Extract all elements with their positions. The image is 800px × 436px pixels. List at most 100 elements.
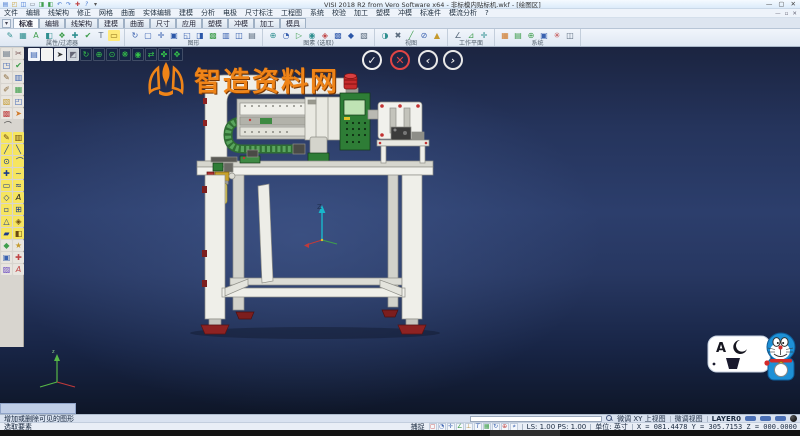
draw-segment-icon[interactable]: ╲ — [13, 144, 24, 155]
tool-head[interactable] — [308, 137, 329, 164]
next-button[interactable]: › — [443, 50, 463, 70]
hide-entities-icon[interactable]: ◫ — [233, 30, 245, 41]
array-icon[interactable]: ▣ — [1, 252, 12, 263]
flip-view-icon[interactable]: ⇄ — [145, 48, 157, 61]
view-delete-icon[interactable]: ✖ — [392, 30, 404, 41]
ribbon-tab[interactable]: 曲面 — [124, 18, 150, 28]
draw-arc-icon[interactable]: ⌒ — [13, 156, 24, 167]
ribbon-tab[interactable]: 加工 — [254, 18, 280, 28]
previous-button[interactable]: ‹ — [418, 50, 438, 70]
draw-half-icon[interactable]: ◧ — [13, 228, 24, 239]
view-blank-icon[interactable] — [41, 48, 53, 61]
sketch-tool-icon[interactable]: ✎ — [1, 72, 12, 83]
draw-sheet-icon[interactable]: ▥ — [13, 132, 24, 143]
macro-icon[interactable]: ◫ — [564, 30, 576, 41]
rotate-view-icon[interactable]: ↻ — [80, 48, 92, 61]
draw-circle-icon[interactable]: ⊙ — [1, 156, 12, 167]
apply-filter-icon[interactable]: ✔ — [82, 30, 94, 41]
hanging-panel[interactable] — [258, 184, 273, 283]
cancel-button[interactable]: ✕ — [390, 50, 410, 70]
ribbon-tab[interactable]: 线架构 — [65, 18, 98, 28]
annotate-icon[interactable]: A — [13, 264, 24, 275]
new-document-icon[interactable]: ▤ — [2, 1, 9, 8]
draw-freehand-icon[interactable]: ✎ — [1, 132, 12, 143]
view-orientation-icon[interactable]: ◑ — [379, 30, 391, 41]
machine-3d-model[interactable]: Z z — [0, 47, 800, 414]
menu-item[interactable]: 实体编辑 — [139, 8, 175, 18]
spin-z-icon[interactable]: ❋ — [119, 48, 131, 61]
draw-line-icon[interactable]: ╱ — [1, 144, 12, 155]
check-tool-icon[interactable]: ✔ — [13, 60, 24, 71]
menu-item[interactable]: 标准件 — [416, 8, 445, 18]
save-icon[interactable]: ◫ — [20, 1, 27, 8]
beacon-lamp[interactable] — [344, 74, 358, 94]
confirm-button[interactable]: ✓ — [362, 50, 382, 70]
delete-icon[interactable]: ✚ — [13, 252, 24, 263]
menu-item[interactable]: 曲面 — [117, 8, 139, 18]
highlight-icon[interactable]: ▭ — [108, 30, 120, 41]
menu-item[interactable]: 电极 — [219, 8, 241, 18]
ribbon-tab[interactable]: 应用 — [176, 18, 202, 28]
mesh-tool-icon[interactable]: ▦ — [13, 84, 24, 95]
draw-grid-icon[interactable]: ⊞ — [13, 204, 24, 215]
draw-text-icon[interactable]: A — [13, 192, 24, 203]
menu-item[interactable]: 系统 — [306, 8, 328, 18]
add-icon[interactable]: ✚ — [74, 1, 81, 8]
draw-gem-icon[interactable]: ◈ — [13, 216, 24, 227]
grid-tool-icon[interactable]: ▥ — [13, 72, 24, 83]
menu-item[interactable]: 校验 — [328, 8, 350, 18]
view-cursor-icon[interactable]: ➤ — [54, 48, 66, 61]
draw-offset-icon[interactable]: ▫ — [1, 204, 12, 215]
draw-wave-icon[interactable]: ≈ — [13, 180, 24, 191]
menu-item[interactable]: 冲模 — [394, 8, 416, 18]
redo-icon[interactable]: ↷ — [65, 1, 72, 8]
mdi-control[interactable]: ✕ — [792, 11, 797, 17]
view-shade-icon[interactable]: ◩ — [67, 48, 79, 61]
ribbon-tab[interactable]: 塑模 — [202, 18, 228, 28]
iso-view-icon[interactable]: ◉ — [132, 48, 144, 61]
draw-point-icon[interactable]: ✚ — [1, 168, 12, 179]
ribbon-tab[interactable]: 编辑 — [39, 18, 65, 28]
view-normal-icon[interactable]: ▲ — [431, 30, 443, 41]
tab-dropdown-icon[interactable]: ▾ — [2, 19, 11, 28]
draw-spline-icon[interactable]: ~ — [13, 168, 24, 179]
system-help-icon[interactable]: ✳ — [551, 30, 563, 41]
ribbon-tab[interactable]: 尺寸 — [150, 18, 176, 28]
spacer[interactable] — [13, 120, 24, 131]
menu-item[interactable]: 编辑 — [22, 8, 44, 18]
spin-y-icon[interactable]: ⊙ — [106, 48, 118, 61]
close-button[interactable]: ✕ — [791, 0, 796, 8]
redraw-icon[interactable]: ↻ — [129, 30, 141, 41]
mdi-control[interactable]: ▫ — [785, 11, 789, 17]
attributes-icon[interactable]: A — [30, 30, 42, 41]
type-filter-icon[interactable]: T — [95, 30, 107, 41]
export-icon[interactable]: ◧ — [47, 1, 54, 8]
shade-mode-icon[interactable]: ▨ — [1, 264, 12, 275]
visibility-icon[interactable]: ▤ — [246, 30, 258, 41]
ribbon-tab[interactable]: 模具 — [280, 18, 306, 28]
wireframe-view-icon[interactable]: ▥ — [220, 30, 232, 41]
ribbon-tab[interactable]: 标准 — [13, 18, 39, 28]
spin-x-icon[interactable]: ⊕ — [93, 48, 105, 61]
maximize-button[interactable]: ▢ — [778, 0, 784, 8]
mask-tool-icon[interactable]: ▩ — [1, 108, 12, 119]
hatch-tool-icon[interactable]: ▧ — [1, 96, 12, 107]
draw-polygon-icon[interactable]: ◇ — [1, 192, 12, 203]
select-all-icon[interactable]: ⊕ — [267, 30, 279, 41]
qat-dropdown-icon[interactable]: ▾ — [92, 1, 99, 8]
draw-rectangle-icon[interactable]: ▭ — [1, 180, 12, 191]
calculator-icon[interactable]: ▤ — [512, 30, 524, 41]
windows-taskbar[interactable] — [0, 430, 800, 436]
view-list-icon[interactable]: ▤ — [28, 48, 40, 61]
fit-view-icon[interactable]: ✥ — [171, 48, 183, 61]
select-tool-icon[interactable]: ▤ — [1, 48, 12, 59]
ribbon-tab[interactable]: 冲模 — [228, 18, 254, 28]
help-icon[interactable]: ? — [83, 1, 90, 8]
menu-item[interactable]: 分析 — [197, 8, 219, 18]
control-box[interactable] — [340, 93, 370, 150]
taskbar-item[interactable] — [490, 430, 560, 436]
menu-item[interactable]: ? — [481, 9, 493, 17]
pan-icon[interactable]: ✛ — [155, 30, 167, 41]
arc-tool-icon[interactable]: ⌒ — [1, 120, 12, 131]
linear-slide[interactable] — [237, 97, 341, 140]
